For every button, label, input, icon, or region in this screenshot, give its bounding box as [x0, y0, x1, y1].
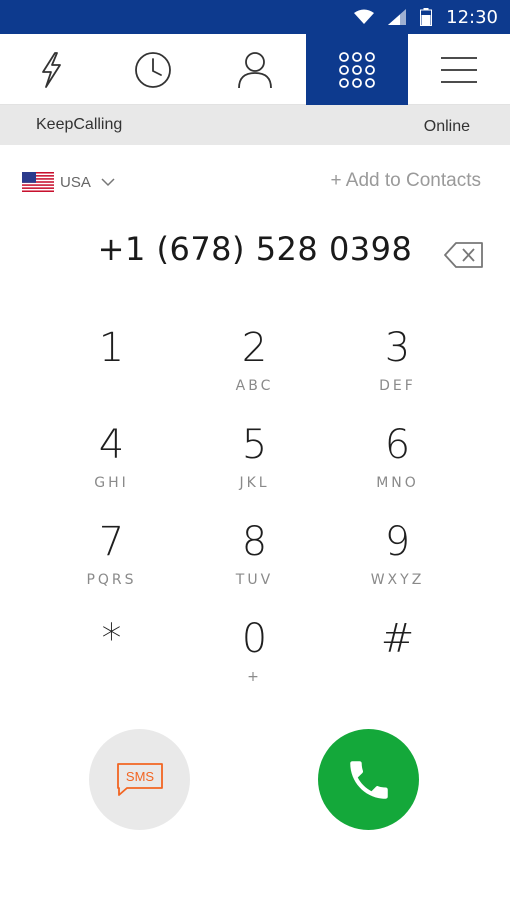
chevron-down-icon	[101, 178, 115, 187]
sms-label: SMS	[125, 769, 154, 784]
key-digit: 0	[241, 616, 268, 662]
wifi-icon	[354, 9, 375, 24]
key-letters: WXYZ	[370, 572, 425, 588]
country-label: USA	[60, 173, 91, 191]
sms-button[interactable]: SMS	[89, 729, 190, 830]
hamburger-icon	[441, 56, 477, 83]
tab-history[interactable]	[102, 34, 204, 105]
dialed-number: +1 (678) 528 0398	[97, 230, 413, 268]
key-digit: #	[380, 616, 415, 662]
key-letters: PQRS	[86, 572, 137, 588]
key-letters: TUV	[235, 572, 274, 588]
key-letters: MNO	[376, 475, 419, 491]
keypad: 1 2 ABC 3 DEF 4 GHI 5 JKL 6 MNO 7 PQRS 8 TUV 9 W…	[40, 320, 470, 708]
phone-icon	[349, 760, 388, 799]
key-digit: 6	[384, 422, 411, 468]
account-status: Online	[423, 118, 470, 135]
key-letters: JKL	[239, 475, 270, 491]
key-digit: 4	[98, 422, 125, 468]
key-hash[interactable]: #	[326, 611, 469, 708]
key-5[interactable]: 5 JKL	[183, 417, 326, 514]
key-star[interactable]: *	[40, 611, 183, 708]
signal-icon	[388, 9, 407, 25]
key-8[interactable]: 8 TUV	[183, 514, 326, 611]
sms-bubble-icon: SMS	[116, 762, 163, 796]
key-7[interactable]: 7 PQRS	[40, 514, 183, 611]
tab-keypad[interactable]	[306, 34, 408, 105]
dialpad-icon	[339, 51, 375, 88]
call-button[interactable]	[318, 729, 419, 830]
key-4[interactable]: 4 GHI	[40, 417, 183, 514]
key-letters: ABC	[235, 378, 274, 394]
key-digit: 3	[384, 325, 411, 371]
key-6[interactable]: 6 MNO	[326, 417, 469, 514]
status-icons: 12:30	[354, 0, 498, 34]
tab-contacts[interactable]	[204, 34, 306, 105]
key-digit: 7	[98, 519, 125, 565]
status-bar: 12:30	[0, 0, 510, 34]
key-digit: *	[101, 616, 122, 662]
status-time: 12:30	[446, 6, 498, 28]
tab-flash[interactable]	[0, 34, 102, 105]
key-3[interactable]: 3 DEF	[326, 320, 469, 417]
lightning-icon	[42, 51, 61, 88]
tab-menu[interactable]	[408, 34, 510, 105]
key-0[interactable]: 0 +	[183, 611, 326, 708]
country-selector[interactable]: USA	[22, 170, 115, 194]
key-digit: 2	[241, 325, 268, 371]
top-nav	[0, 34, 510, 105]
clock-icon	[135, 51, 171, 88]
key-letters: GHI	[94, 475, 129, 491]
battery-icon	[420, 8, 433, 26]
key-digit: 1	[98, 325, 125, 371]
add-to-contacts-button[interactable]: + Add to Contacts	[330, 170, 481, 192]
key-digit: 9	[384, 519, 411, 565]
backspace-icon[interactable]	[444, 242, 484, 268]
key-9[interactable]: 9 WXYZ	[326, 514, 469, 611]
key-1[interactable]: 1	[40, 320, 183, 417]
person-icon	[238, 51, 272, 88]
account-name: KeepCalling	[36, 116, 123, 133]
key-letters: +	[247, 669, 262, 685]
key-digit: 8	[241, 519, 268, 565]
account-strip: KeepCalling Online	[0, 105, 510, 145]
key-letters: DEF	[379, 378, 416, 394]
us-flag-icon	[22, 172, 54, 192]
key-2[interactable]: 2 ABC	[183, 320, 326, 417]
key-digit: 5	[241, 422, 268, 468]
